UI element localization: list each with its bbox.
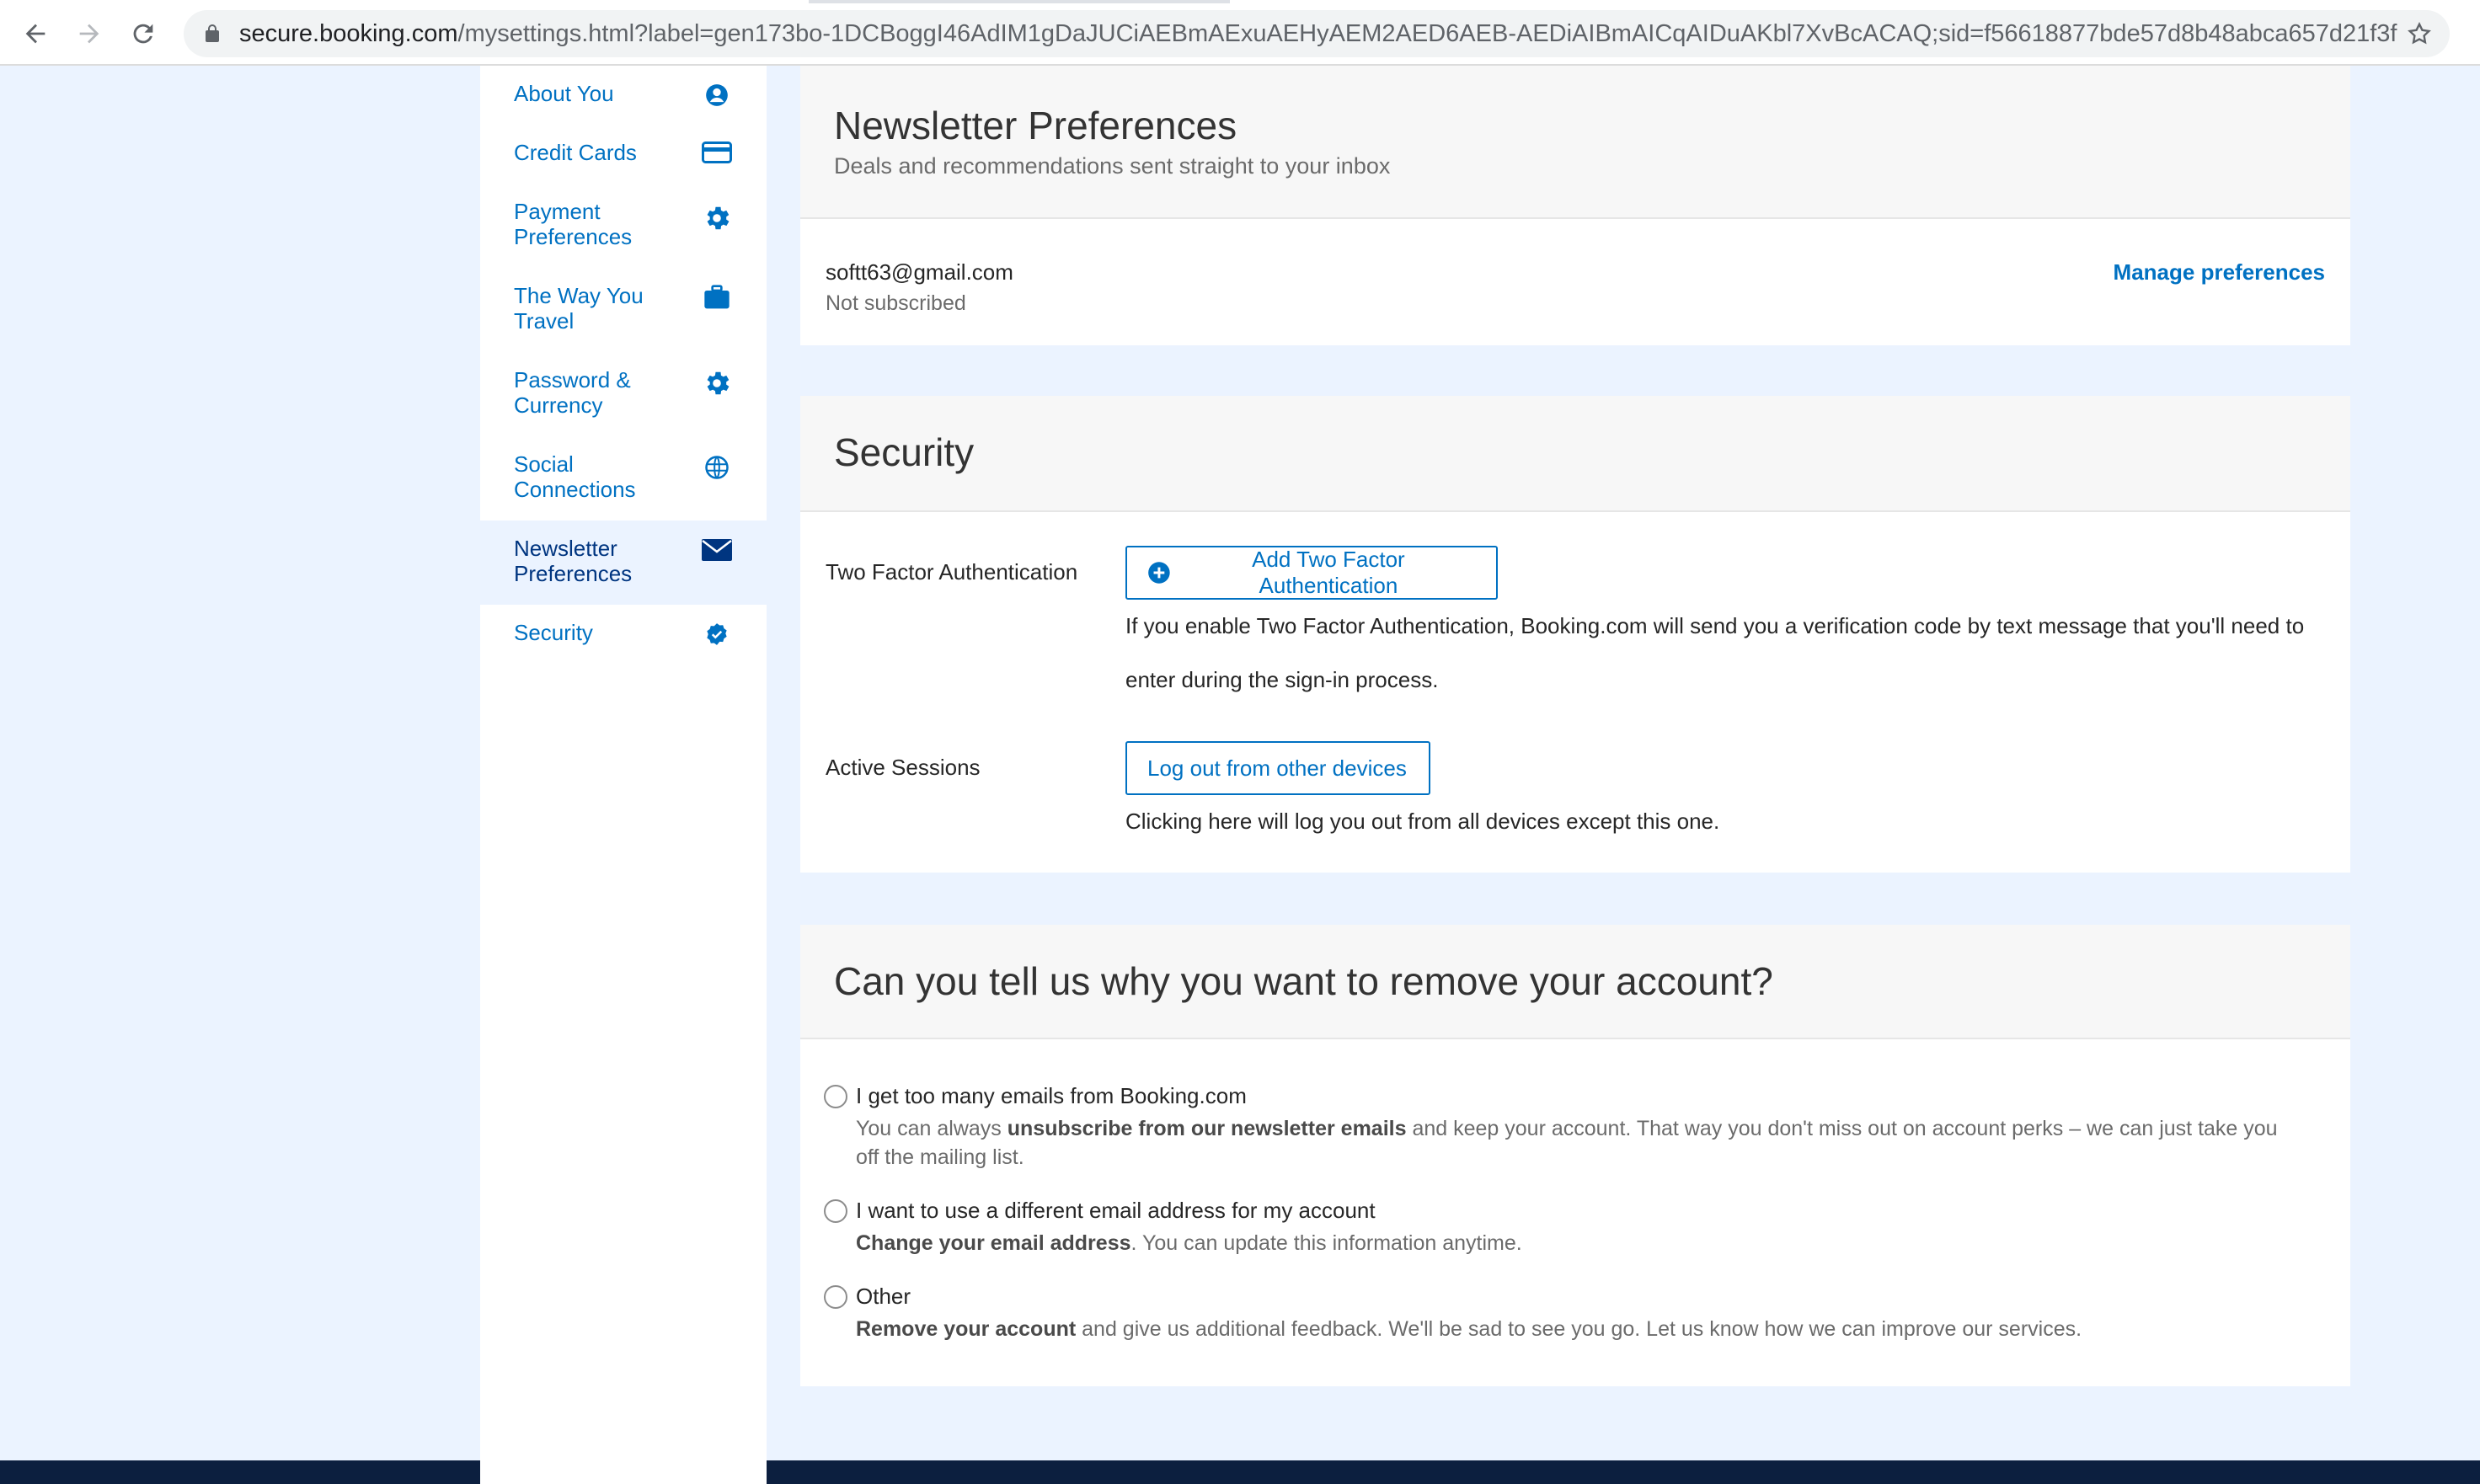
two-factor-description-cont: enter during the sign-in process.	[1125, 667, 1439, 692]
forward-button[interactable]	[71, 15, 108, 52]
radio-other[interactable]	[824, 1285, 847, 1309]
section-title: Security	[834, 430, 975, 474]
button-label: Add Two Factor Authentication	[1252, 547, 1405, 598]
sidebar-item-label: Newsletter Preferences	[514, 536, 633, 586]
remove-account-panel: Can you tell us why you want to remove y…	[800, 925, 2350, 1386]
page-footer	[0, 1460, 2480, 1484]
sidebar-item-credit-cards[interactable]: Credit Cards	[480, 125, 767, 184]
page-title: Newsletter Preferences	[834, 104, 1237, 147]
unsubscribe-link[interactable]: unsubscribe from our newsletter emails	[1008, 1117, 1407, 1140]
sidebar-item-label: The Way You Travel	[514, 283, 644, 334]
user-circle-icon	[701, 79, 733, 111]
reload-button[interactable]	[125, 15, 162, 52]
browser-tab[interactable]	[1230, 0, 2480, 3]
security-panel: Security Two Factor Authentication Add T…	[800, 396, 2350, 873]
sidebar-item-newsletter-preferences[interactable]: Newsletter Preferences	[480, 520, 767, 605]
option-description-cont: off the mailing list.	[856, 1145, 1024, 1169]
subscription-status: Not subscribed	[826, 291, 966, 315]
sidebar-item-label: Security	[514, 620, 593, 645]
add-two-factor-button[interactable]: Add Two Factor Authentication	[1125, 546, 1498, 600]
sidebar-continuation	[480, 1460, 767, 1484]
radio-too-many-emails[interactable]	[824, 1085, 847, 1108]
option-label: Other	[856, 1284, 911, 1309]
newsletter-email: softt63@gmail.com	[826, 259, 1013, 285]
button-label: Log out from other devices	[1147, 755, 1407, 781]
plus-circle-icon	[1148, 562, 1170, 584]
settings-sidebar: About You Credit Cards Payment Preferenc…	[480, 66, 767, 1484]
envelope-icon	[701, 534, 733, 566]
active-sessions-label: Active Sessions	[826, 755, 981, 780]
newsletter-panel: Newsletter Preferences Deals and recomme…	[800, 66, 2350, 345]
panel-subtitle: Deals and recommendations sent straight …	[834, 153, 1391, 179]
browser-tab[interactable]	[0, 0, 809, 3]
sidebar-item-payment-preferences[interactable]: Payment Preferences	[480, 184, 767, 268]
globe-icon	[701, 451, 733, 483]
remove-account-panel-header: Can you tell us why you want to remove y…	[800, 925, 2350, 1039]
sidebar-item-label: Password & Currency	[514, 367, 631, 418]
gear-icon	[701, 202, 733, 234]
sidebar-item-about-you[interactable]: About You	[480, 66, 767, 125]
gear-icon	[701, 367, 733, 399]
sidebar-item-social-connections[interactable]: Social Connections	[480, 436, 767, 520]
newsletter-panel-header: Newsletter Preferences Deals and recomme…	[800, 66, 2350, 219]
radio-different-email[interactable]	[824, 1199, 847, 1223]
checkmark-badge-icon	[701, 618, 733, 650]
option-label: I want to use a different email address …	[856, 1198, 1376, 1223]
remove-account-link[interactable]: Remove your account	[856, 1317, 1076, 1341]
change-email-link[interactable]: Change your email address	[856, 1231, 1131, 1255]
arrow-left-icon	[25, 24, 45, 44]
browser-toolbar: secure.booking.com/mysettings.html?label…	[0, 0, 2480, 66]
reload-icon	[133, 24, 153, 44]
tab-strip	[0, 0, 2480, 3]
logout-other-devices-button[interactable]: Log out from other devices	[1125, 741, 1430, 795]
option-description: Change your email address. You can updat…	[856, 1231, 1522, 1255]
manage-preferences-link[interactable]: Manage preferences	[2114, 259, 2325, 286]
credit-card-icon	[701, 136, 733, 168]
sidebar-item-label: Credit Cards	[514, 140, 637, 165]
option-label: I get too many emails from Booking.com	[856, 1083, 1247, 1108]
suitcase-icon	[701, 281, 733, 313]
back-button[interactable]	[17, 15, 54, 52]
sidebar-item-label: About You	[514, 81, 614, 106]
two-factor-label: Two Factor Authentication	[826, 559, 1078, 585]
sidebar-item-label: Payment Preferences	[514, 199, 633, 249]
option-description: You can always unsubscribe from our news…	[856, 1117, 2278, 1140]
sessions-description: Clicking here will log you out from all …	[1125, 809, 1720, 834]
option-description: Remove your account and give us addition…	[856, 1317, 2082, 1341]
two-factor-description: If you enable Two Factor Authentication,…	[1125, 613, 2305, 638]
bookmark-star-icon[interactable]	[2406, 20, 2433, 47]
sidebar-item-label: Social Connections	[514, 451, 636, 502]
url-text: secure.booking.com/mysettings.html?label…	[239, 20, 2397, 47]
arrow-right-icon	[79, 24, 99, 44]
security-panel-header: Security	[800, 396, 2350, 512]
sidebar-item-security[interactable]: Security	[480, 605, 767, 664]
address-bar[interactable]: secure.booking.com/mysettings.html?label…	[184, 10, 2450, 57]
sidebar-item-the-way-you-travel[interactable]: The Way You Travel	[480, 268, 767, 352]
lock-icon	[206, 24, 219, 42]
sidebar-item-password-currency[interactable]: Password & Currency	[480, 352, 767, 436]
section-title: Can you tell us why you want to remove y…	[834, 959, 1773, 1003]
